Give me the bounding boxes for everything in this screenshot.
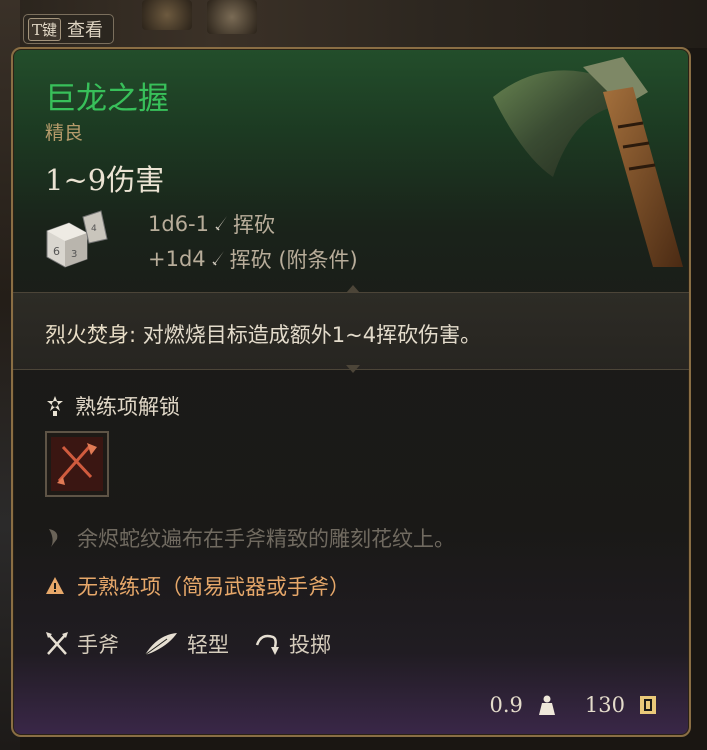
special-ability-text: 对燃烧目标造成额外1~4挥砍伤害。 [136, 323, 482, 347]
warning-icon [46, 577, 64, 594]
divider-notch [346, 365, 360, 373]
quill-icon [49, 529, 58, 547]
property-handaxe[interactable]: 手斧 [45, 629, 119, 659]
special-ability-name: 烈火焚身: [45, 323, 137, 347]
proficiency-unlock-label: 熟练项解锁 [75, 395, 180, 419]
flavor-text: 余烬蛇纹遍布在手斧精致的雕刻花纹上。 [77, 527, 455, 551]
property-label: 投掷 [289, 633, 331, 657]
special-ability: 烈火焚身: 对燃烧目标造成额外1~4挥砍伤害。 [45, 319, 481, 349]
flavor-row: 余烬蛇纹遍布在手斧精致的雕刻花纹上。 [45, 523, 455, 553]
damage-type: 挥砍 [233, 213, 275, 237]
damage-line: 1d6-1 挥砍 [148, 209, 275, 239]
inspect-hotkey-button[interactable]: T键 查看 [23, 14, 115, 44]
dice-icon: 6 3 4 [46, 210, 108, 268]
damage-dice: 1d6-1 [148, 212, 209, 236]
item-value: 130 [584, 693, 625, 717]
weapon-action-icon [51, 437, 103, 491]
slash-damage-icon [210, 251, 224, 267]
warning-row: 无熟练项（简易武器或手斧） [45, 571, 350, 601]
slash-damage-icon [214, 216, 227, 232]
damage-line: +1d4 挥砍 (附条件) [148, 244, 358, 274]
property-thrown[interactable]: 投掷 [253, 629, 331, 659]
property-label: 轻型 [187, 633, 229, 657]
item-axe-image [493, 57, 683, 267]
svg-text:4: 4 [91, 224, 97, 234]
feather-icon [144, 633, 177, 656]
star-badge-icon [47, 396, 63, 416]
item-footer: 0.9 130 [490, 693, 658, 717]
weapon-action-slot[interactable] [45, 431, 109, 497]
item-rarity: 精良 [45, 122, 84, 144]
gold-coin-icon [640, 696, 656, 714]
background-item [142, 0, 192, 30]
property-light[interactable]: 轻型 [143, 629, 229, 659]
proficiency-warning: 无熟练项（简易武器或手斧） [77, 575, 350, 599]
damage-type: 挥砍 (附条件) [229, 248, 358, 272]
damage-dice: +1d4 [148, 247, 206, 271]
item-damage-range: 1~9伤害 [45, 163, 165, 197]
weight-icon [538, 695, 555, 715]
item-tooltip: 巨龙之握 精良 1~9伤害 6 3 4 1d6-1 挥砍 +1d4 挥砍 (附条… [11, 47, 691, 737]
throw-icon [255, 634, 279, 655]
property-label: 手斧 [77, 633, 119, 657]
background-item [207, 0, 257, 34]
svg-text:6: 6 [53, 245, 60, 258]
item-weight: 0.9 [489, 693, 523, 717]
item-name: 巨龙之握 [45, 81, 169, 117]
handaxe-icon [46, 632, 68, 655]
special-ability-box: 烈火焚身: 对燃烧目标造成额外1~4挥砍伤害。 [13, 292, 689, 370]
hotkey-label: 查看 [67, 20, 104, 41]
hotkey-key: T键 [28, 17, 62, 41]
svg-text:3: 3 [71, 249, 77, 260]
weapon-properties: 手斧 轻型 投掷 [45, 629, 355, 659]
proficiency-unlock-header: 熟练项解锁 [45, 391, 180, 421]
